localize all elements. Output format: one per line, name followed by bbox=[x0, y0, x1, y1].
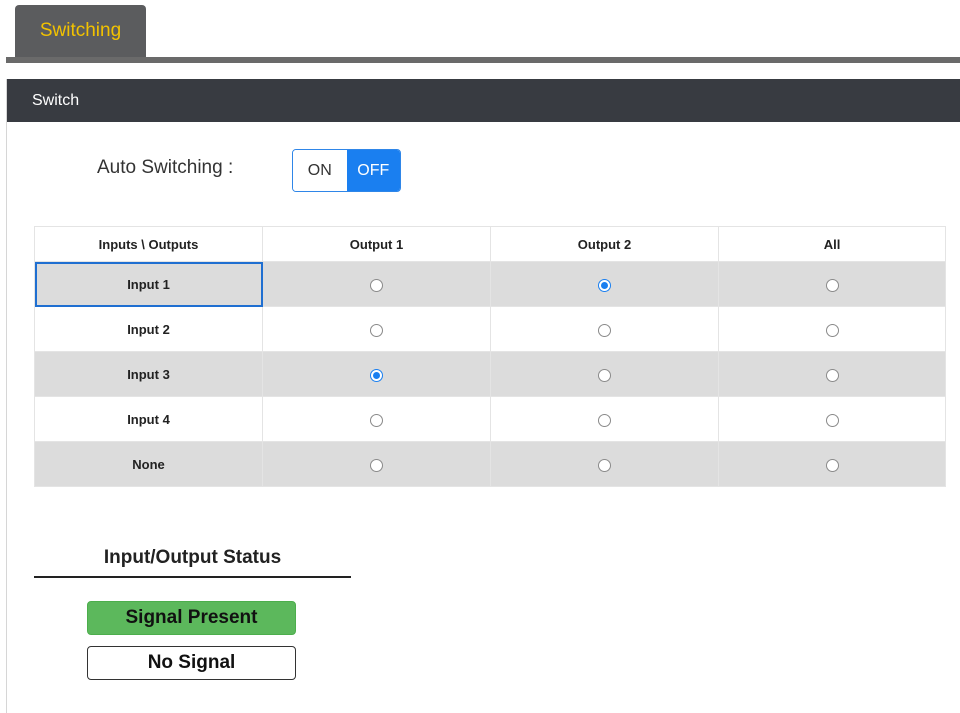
radio-all[interactable] bbox=[825, 323, 839, 337]
radio-output-1[interactable] bbox=[370, 413, 383, 427]
header-output-1: Output 1 bbox=[262, 226, 491, 262]
radio-all[interactable] bbox=[825, 458, 839, 472]
matrix-cell bbox=[718, 351, 946, 397]
radio-all[interactable] bbox=[825, 368, 839, 382]
row-label: Input 4 bbox=[34, 396, 263, 442]
radio-output-2[interactable] bbox=[598, 278, 611, 292]
table-row: Input 4 bbox=[34, 396, 946, 442]
radio-all[interactable] bbox=[825, 278, 839, 292]
radio-output-1[interactable] bbox=[370, 368, 383, 382]
radio-all[interactable] bbox=[825, 413, 839, 427]
routing-matrix-table: Inputs \ Outputs Output 1 Output 2 All I… bbox=[34, 226, 946, 487]
matrix-cell bbox=[262, 351, 491, 397]
matrix-cell bbox=[718, 261, 946, 307]
matrix-cell bbox=[718, 306, 946, 352]
auto-switching-label: Auto Switching : bbox=[97, 157, 234, 178]
auto-switching-toggle: ON OFF bbox=[292, 149, 401, 192]
header-all: All bbox=[718, 226, 946, 262]
radio-output-2[interactable] bbox=[598, 413, 611, 427]
row-label: Input 3 bbox=[34, 351, 263, 397]
row-label: Input 2 bbox=[34, 306, 263, 352]
signal-present-badge: Signal Present bbox=[87, 601, 296, 635]
tab-bar: Switching bbox=[0, 0, 960, 64]
switch-panel: Switch Auto Switching : ON OFF Inputs \ … bbox=[6, 79, 960, 713]
status-divider bbox=[34, 576, 351, 578]
tab-divider bbox=[6, 57, 960, 63]
table-row: Input 3 bbox=[34, 351, 946, 397]
panel-title: Switch bbox=[32, 91, 80, 109]
radio-output-1[interactable] bbox=[370, 323, 383, 337]
table-header-row: Inputs \ Outputs Output 1 Output 2 All bbox=[34, 226, 946, 262]
matrix-cell bbox=[718, 441, 946, 487]
matrix-cell bbox=[490, 261, 719, 307]
matrix-cell bbox=[490, 351, 719, 397]
matrix-cell bbox=[262, 396, 491, 442]
table-row: Input 2 bbox=[34, 306, 946, 352]
header-inputs-outputs: Inputs \ Outputs bbox=[34, 226, 263, 262]
matrix-cell bbox=[262, 306, 491, 352]
auto-switching-off-button[interactable]: OFF bbox=[346, 150, 400, 191]
no-signal-badge: No Signal bbox=[87, 646, 296, 680]
matrix-cell bbox=[718, 396, 946, 442]
row-label: None bbox=[34, 441, 263, 487]
matrix-cell bbox=[490, 441, 719, 487]
matrix-cell bbox=[262, 261, 491, 307]
panel-header: Switch bbox=[7, 79, 960, 122]
matrix-cell bbox=[262, 441, 491, 487]
header-output-2: Output 2 bbox=[490, 226, 719, 262]
status-title: Input/Output Status bbox=[103, 547, 282, 568]
radio-output-2[interactable] bbox=[598, 458, 611, 472]
radio-output-2[interactable] bbox=[598, 368, 611, 382]
auto-switching-on-button[interactable]: ON bbox=[293, 150, 347, 191]
radio-output-2[interactable] bbox=[598, 323, 611, 337]
table-row: None bbox=[34, 441, 946, 487]
matrix-cell bbox=[490, 306, 719, 352]
row-label: Input 1 bbox=[34, 261, 263, 307]
matrix-cell bbox=[490, 396, 719, 442]
tab-switching[interactable]: Switching bbox=[15, 5, 146, 57]
table-row: Input 1 bbox=[34, 261, 946, 307]
radio-output-1[interactable] bbox=[370, 458, 383, 472]
radio-output-1[interactable] bbox=[370, 278, 383, 292]
